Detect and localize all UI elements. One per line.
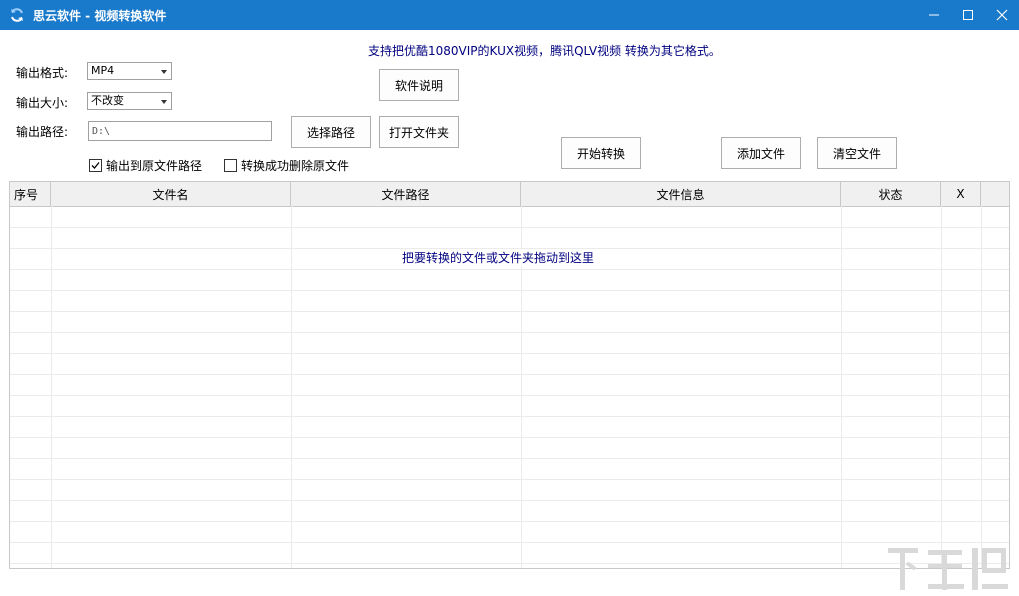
format-label: 输出格式: [16,66,69,80]
window-controls [917,0,1019,30]
close-button[interactable] [985,0,1019,30]
col-file-info[interactable]: 文件信息 [521,182,841,206]
main-panel: 支持把优酷1080VIP的KUX视频，腾讯QLV视频 转换为其它格式。 输出格式… [0,30,1019,590]
chevron-down-icon [161,100,167,104]
col-index[interactable]: 序号 [10,182,51,206]
size-value: 不改变 [91,94,124,107]
table-body[interactable]: 把要转换的文件或文件夹拖动到这里 [10,206,1009,568]
size-select[interactable]: 不改变 [87,92,172,110]
col-file-name[interactable]: 文件名 [51,182,291,206]
row-divider [10,479,1009,480]
size-label: 输出大小: [16,96,69,110]
drop-hint: 把要转换的文件或文件夹拖动到这里 [400,249,597,266]
row-divider [10,269,1009,270]
row-divider [10,521,1009,522]
maximize-button[interactable] [951,0,985,30]
row-divider [10,563,1009,564]
checkmark-icon [91,162,100,169]
add-files-button[interactable]: 添加文件 [721,137,801,169]
row-divider [10,542,1009,543]
format-value: MP4 [91,64,115,77]
row-divider [10,500,1009,501]
delete-source-label: 转换成功删除原文件 [241,159,350,173]
column-divider [941,206,942,568]
column-divider [291,206,292,568]
delete-source-checkbox[interactable]: 转换成功删除原文件 [224,157,349,174]
close-icon [996,9,1008,21]
output-to-source-checkbox[interactable]: 输出到原文件路径 [89,157,202,174]
row-divider [10,290,1009,291]
checkbox-box [89,159,102,172]
table-header: 序号 文件名 文件路径 文件信息 状态 X [10,182,1009,207]
open-folder-button[interactable]: 打开文件夹 [379,116,459,148]
window-title: 思云软件 - 视频转换软件 [33,8,167,23]
row-divider [10,374,1009,375]
file-table[interactable]: 序号 文件名 文件路径 文件信息 状态 X 把要转换的文件或文件夹拖动到这里 [9,181,1010,569]
column-divider [841,206,842,568]
refresh-icon [11,8,23,22]
support-info: 支持把优酷1080VIP的KUX视频，腾讯QLV视频 转换为其它格式。 [368,44,721,58]
chevron-down-icon [161,70,167,74]
column-divider [51,206,52,568]
row-divider [10,311,1009,312]
choose-path-button[interactable]: 选择路径 [291,116,371,148]
col-status[interactable]: 状态 [841,182,941,206]
row-divider [10,353,1009,354]
title-bar: 思云软件 - 视频转换软件 [0,0,1019,30]
help-button[interactable]: 软件说明 [379,69,459,101]
format-select[interactable]: MP4 [87,62,172,80]
row-divider [10,395,1009,396]
row-divider [10,458,1009,459]
clear-files-button[interactable]: 清空文件 [817,137,897,169]
minimize-icon [929,14,939,16]
column-divider [981,206,982,568]
row-divider [10,332,1009,333]
row-divider [10,227,1009,228]
output-to-source-label: 输出到原文件路径 [106,159,203,173]
col-remove[interactable]: X [941,182,981,206]
start-convert-button[interactable]: 开始转换 [561,137,641,169]
col-file-path[interactable]: 文件路径 [291,182,521,206]
output-path-input[interactable] [88,121,272,141]
maximize-icon [963,10,973,20]
checkbox-box [224,159,237,172]
row-divider [10,416,1009,417]
watermark-logo [888,548,1008,590]
row-divider [10,437,1009,438]
path-label: 输出路径: [16,125,69,139]
minimize-button[interactable] [917,0,951,30]
